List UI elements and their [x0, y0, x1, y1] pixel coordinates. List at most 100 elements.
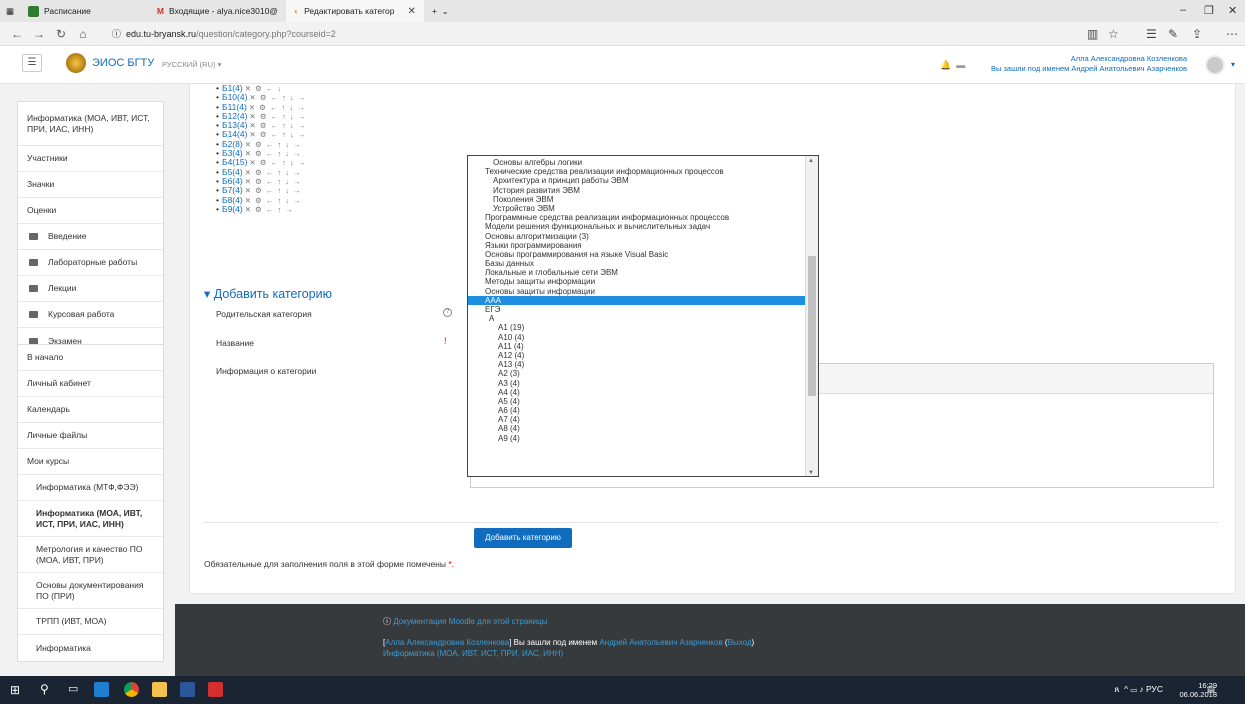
category-action-icons[interactable]: ✕ ⚙ ← ↑ ↓ →	[245, 149, 302, 158]
user-name-link[interactable]: Алла Александровна Козленкова	[1071, 54, 1187, 63]
category-action-icons[interactable]: ✕ ⚙ ← ↓	[245, 84, 283, 93]
drawer-item[interactable]: Личные файлы	[18, 423, 163, 449]
listbox-option[interactable]: Основы программирования на языке Visual …	[468, 250, 806, 259]
drawer-item[interactable]: Значки	[18, 172, 163, 198]
drawer-item[interactable]: Участники	[18, 146, 163, 172]
file-explorer-icon[interactable]	[152, 682, 167, 697]
network-icon[interactable]: ▭	[1130, 684, 1136, 694]
category-action-icons[interactable]: ✕ ⚙ ← ↑ →	[245, 205, 294, 214]
footer-user-link[interactable]: Алла Александровна Козленкова	[385, 638, 509, 647]
logout-link[interactable]: Выход	[728, 638, 752, 647]
listbox-option[interactable]: Технические средства реализации информац…	[468, 167, 806, 176]
clock[interactable]: 16:29 06.06.2018	[1179, 681, 1217, 699]
category-link[interactable]: Б9	[222, 204, 232, 214]
tab-schedule[interactable]: Расписание	[20, 0, 99, 22]
listbox-option[interactable]: А	[468, 314, 806, 323]
listbox-option[interactable]: Языки программирования	[468, 241, 806, 250]
scroll-down-icon[interactable]: ▼	[808, 470, 814, 476]
parent-category-listbox[interactable]: Основы алгебры логики Технические средств…	[467, 155, 819, 477]
category-action-icons[interactable]: ✕ ⚙ ← ↑ ↓ →	[249, 130, 306, 139]
drawer-item[interactable]: Курсовая работа	[18, 302, 163, 328]
drawer-item[interactable]: Метрология и качество ПО (МОА, ИВТ, ПРИ)	[18, 537, 163, 573]
bell-icon[interactable]: 🔔	[940, 60, 951, 70]
listbox-option[interactable]: Базы данных	[468, 259, 806, 268]
listbox-option[interactable]: А13 (4)	[468, 360, 806, 369]
drawer-item[interactable]: Введение	[18, 224, 163, 250]
reading-view-icon[interactable]: ▥	[1087, 27, 1098, 41]
restore-icon[interactable]: ❐	[1204, 4, 1214, 17]
scrollbar-thumb[interactable]	[808, 256, 816, 396]
listbox-option[interactable]: Программные средства реализации информац…	[468, 213, 806, 222]
drawer-item[interactable]: Информатика (МОА, ИВТ, ИСТ, ПРИ, ИАС, ИН…	[18, 501, 163, 537]
drawer-item[interactable]: ТРПП (ИВТ, МОА)	[18, 609, 163, 635]
browser-menu-icon[interactable]: ▦	[0, 0, 20, 22]
forward-icon[interactable]: →	[28, 27, 50, 41]
tab-edit-category[interactable]: ◐ Редактировать категор ✕	[285, 0, 424, 22]
category-action-icons[interactable]: ✕ ⚙ ← ↑ ↓ →	[245, 140, 302, 149]
reload-icon[interactable]: ↻	[50, 27, 72, 41]
add-category-heading[interactable]: ▾ Добавить категорию	[204, 286, 332, 301]
close-window-icon[interactable]: ✕	[1228, 4, 1237, 17]
share-icon[interactable]: ⇪	[1192, 27, 1202, 41]
category-action-icons[interactable]: ✕ ⚙ ← ↑ ↓ →	[249, 93, 306, 102]
drawer-item[interactable]: Оценки	[18, 198, 163, 224]
drawer-item[interactable]: Основы документирования ПО (ПРИ)	[18, 573, 163, 609]
minimize-icon[interactable]: –	[1180, 4, 1186, 16]
user-info[interactable]: Алла Александровна Козленкова Вы зашли п…	[991, 54, 1187, 74]
tab-mail[interactable]: M Входящие - alya.nice3010@	[149, 0, 286, 22]
scroll-up-icon[interactable]: ▲	[808, 158, 814, 164]
drawer-item[interactable]: Информатика (МТФ,ФЭЭ)	[18, 475, 163, 501]
windows-start-icon[interactable]: ⊞	[10, 683, 20, 697]
listbox-option[interactable]: А6 (4)	[468, 406, 806, 415]
listbox-option[interactable]: Модели решения функциональных и вычислит…	[468, 222, 806, 231]
listbox-option[interactable]: Архитектура и принцип работы ЭВМ	[468, 176, 806, 185]
footer-course-link[interactable]: Информатика (МОА, ИВТ, ИСТ, ПРИ, ИАС, ИН…	[383, 649, 563, 658]
drawer-item[interactable]: В начало	[18, 345, 163, 371]
docs-link[interactable]: Документация Moodle для этой страницы	[393, 617, 547, 626]
input-language[interactable]: РУС	[1146, 684, 1163, 694]
url-field[interactable]: ⓘ edu.tu-bryansk.ru/question/category.ph…	[112, 27, 336, 40]
site-name[interactable]: ЭИОС БГТУ	[92, 57, 154, 69]
listbox-option[interactable]: А10 (4)	[468, 333, 806, 342]
listbox-option[interactable]: А12 (4)	[468, 351, 806, 360]
category-action-icons[interactable]: ✕ ⚙ ← ↑ ↓ →	[245, 177, 302, 186]
listbox-option[interactable]: А4 (4)	[468, 388, 806, 397]
notification-icons[interactable]: 🔔 ▬	[940, 60, 965, 71]
category-action-icons[interactable]: ✕ ⚙ ← ↑ ↓ →	[249, 121, 306, 130]
category-action-icons[interactable]: ✕ ⚙ ← ↑ ↓ →	[245, 168, 302, 177]
favorite-star-icon[interactable]: ☆	[1108, 27, 1119, 41]
site-logo[interactable]	[66, 53, 86, 73]
messages-icon[interactable]: ▬	[956, 60, 965, 70]
more-icon[interactable]: ⋯	[1226, 27, 1238, 41]
listbox-option[interactable]: А9 (4)	[468, 434, 806, 443]
add-category-button[interactable]: Добавить категорию	[474, 528, 572, 548]
listbox-option[interactable]: Основы защиты информации	[468, 287, 806, 296]
pen-icon[interactable]: ✎	[1168, 27, 1178, 41]
listbox-option[interactable]: А5 (4)	[468, 397, 806, 406]
footer-login-user-link[interactable]: Андрей Анатольевич Азарченков	[599, 638, 722, 647]
new-tab-button[interactable]: + ⌄	[424, 0, 457, 22]
listbox-option[interactable]: А7 (4)	[468, 415, 806, 424]
acrobat-icon[interactable]	[208, 682, 223, 697]
listbox-option[interactable]: ААА	[468, 295, 806, 305]
listbox-option[interactable]: А3 (4)	[468, 379, 806, 388]
category-action-icons[interactable]: ✕ ⚙ ← ↑ ↓ →	[245, 186, 302, 195]
drawer-item[interactable]: Информатика	[18, 635, 163, 661]
language-menu[interactable]: РУССКИЙ (RU) ▾	[162, 60, 221, 69]
drawer-item[interactable]: Лекции	[18, 276, 163, 302]
drawer-item[interactable]: Личный кабинет	[18, 371, 163, 397]
listbox-option[interactable]: Локальные и глобальные сети ЭВМ	[468, 268, 806, 277]
word-icon[interactable]	[180, 682, 195, 697]
drawer-item[interactable]: Мои курсы	[18, 449, 163, 475]
listbox-option[interactable]: А8 (4)	[468, 424, 806, 433]
listbox-option[interactable]: ЕГЭ	[468, 305, 806, 314]
listbox-option[interactable]: Основы алгоритмизации (3)	[468, 232, 806, 241]
search-icon[interactable]: ⚲	[40, 682, 49, 696]
close-tab-icon[interactable]: ✕	[408, 6, 416, 17]
drawer-toggle-button[interactable]: ☰	[22, 54, 42, 72]
drawer-item[interactable]: Информатика (МОА, ИВТ, ИСТ, ПРИ, ИАС, ИН…	[18, 102, 163, 146]
category-action-icons[interactable]: ✕ ⚙ ← ↑ ↓ →	[249, 158, 306, 167]
favorites-list-icon[interactable]: ☰	[1146, 27, 1157, 41]
listbox-option[interactable]: Устройство ЭВМ	[468, 204, 806, 213]
drawer-item[interactable]: Календарь	[18, 397, 163, 423]
